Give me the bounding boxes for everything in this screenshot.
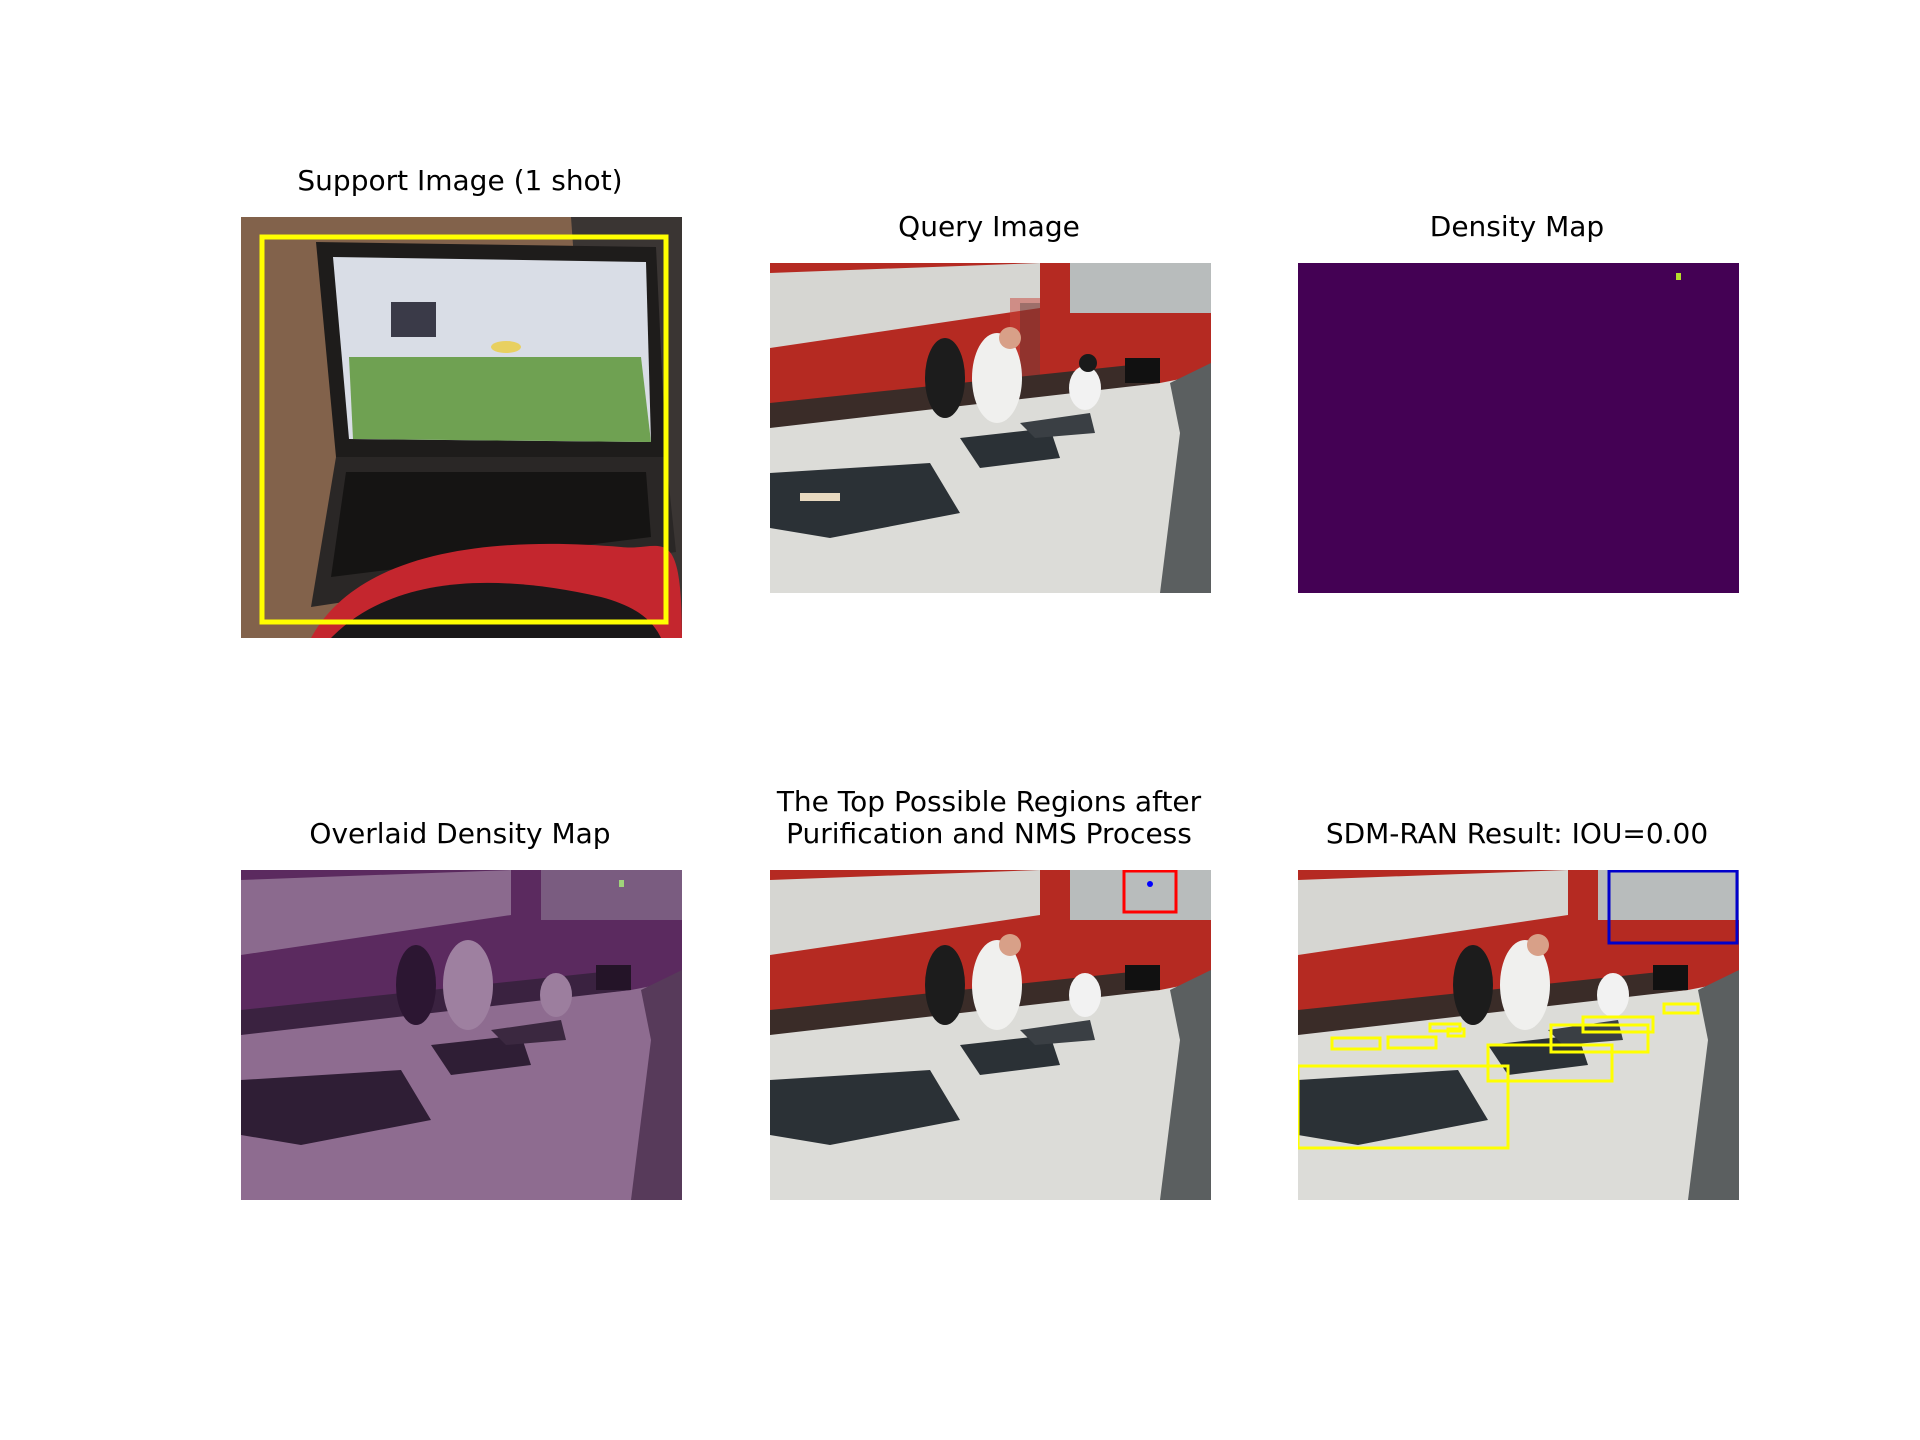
support-image-title: Support Image (1 shot) xyxy=(297,164,623,197)
density-peak-marker xyxy=(1676,273,1681,280)
density-map-title: Density Map xyxy=(1429,210,1605,243)
result-image xyxy=(1298,870,1739,1200)
query-image xyxy=(770,263,1211,593)
overlaid-density-map-title: Overlaid Density Map xyxy=(309,817,611,850)
top-regions-title: The Top Possible Regions after Purificat… xyxy=(776,785,1202,850)
overlaid-density-map xyxy=(241,870,682,1200)
density-peak-point xyxy=(1147,881,1153,887)
query-image-title: Query Image xyxy=(898,210,1080,243)
top-regions-svg xyxy=(770,870,1211,1200)
support-image-svg xyxy=(241,217,682,638)
overlaid-density-map-svg xyxy=(241,870,682,1200)
density-map-svg xyxy=(1298,263,1739,593)
result-svg xyxy=(1298,870,1739,1200)
query-image-svg xyxy=(770,263,1211,593)
top-regions-image xyxy=(770,870,1211,1200)
result-title: SDM-RAN Result: IOU=0.00 xyxy=(1325,817,1709,850)
support-image xyxy=(241,217,682,638)
density-map xyxy=(1298,263,1739,593)
